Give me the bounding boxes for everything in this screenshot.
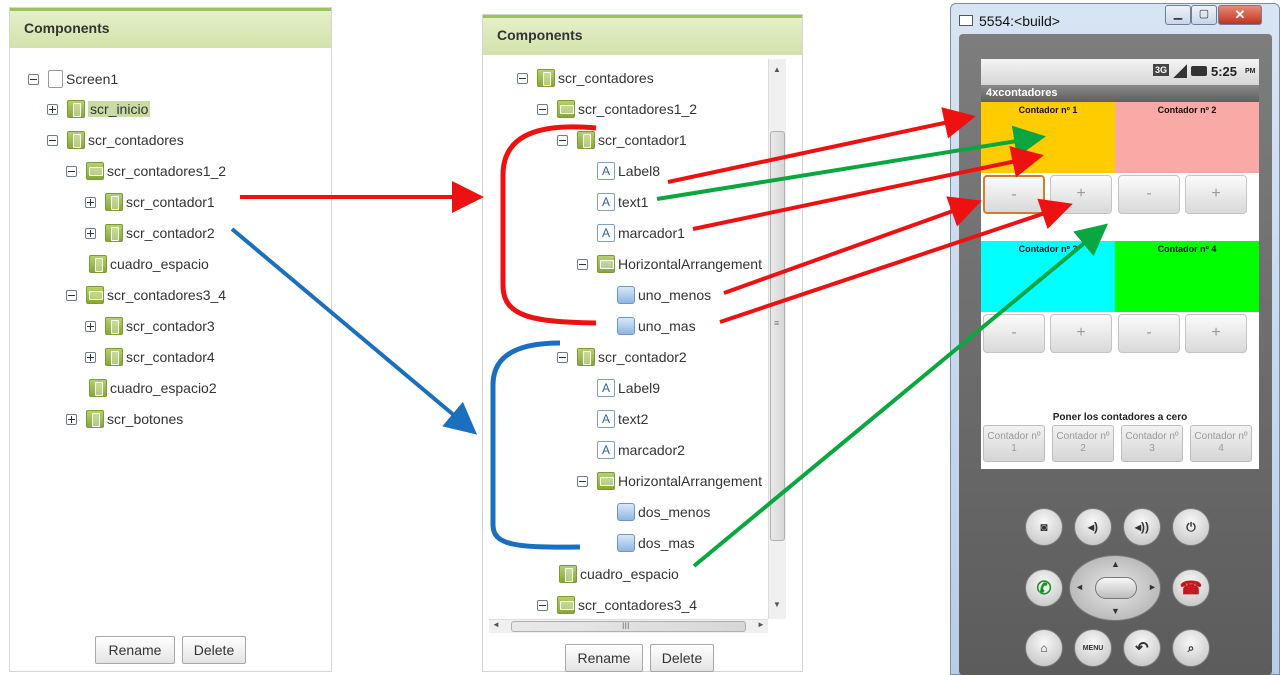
arrow-uno-mas xyxy=(719,198,1073,324)
bracket-contador2 xyxy=(490,340,581,550)
arrow-cuadro-espacio xyxy=(692,223,1109,568)
arrow-contador2-to-tree xyxy=(230,227,478,435)
bracket-contador1 xyxy=(500,124,597,326)
annotation-arrows xyxy=(230,107,1109,568)
